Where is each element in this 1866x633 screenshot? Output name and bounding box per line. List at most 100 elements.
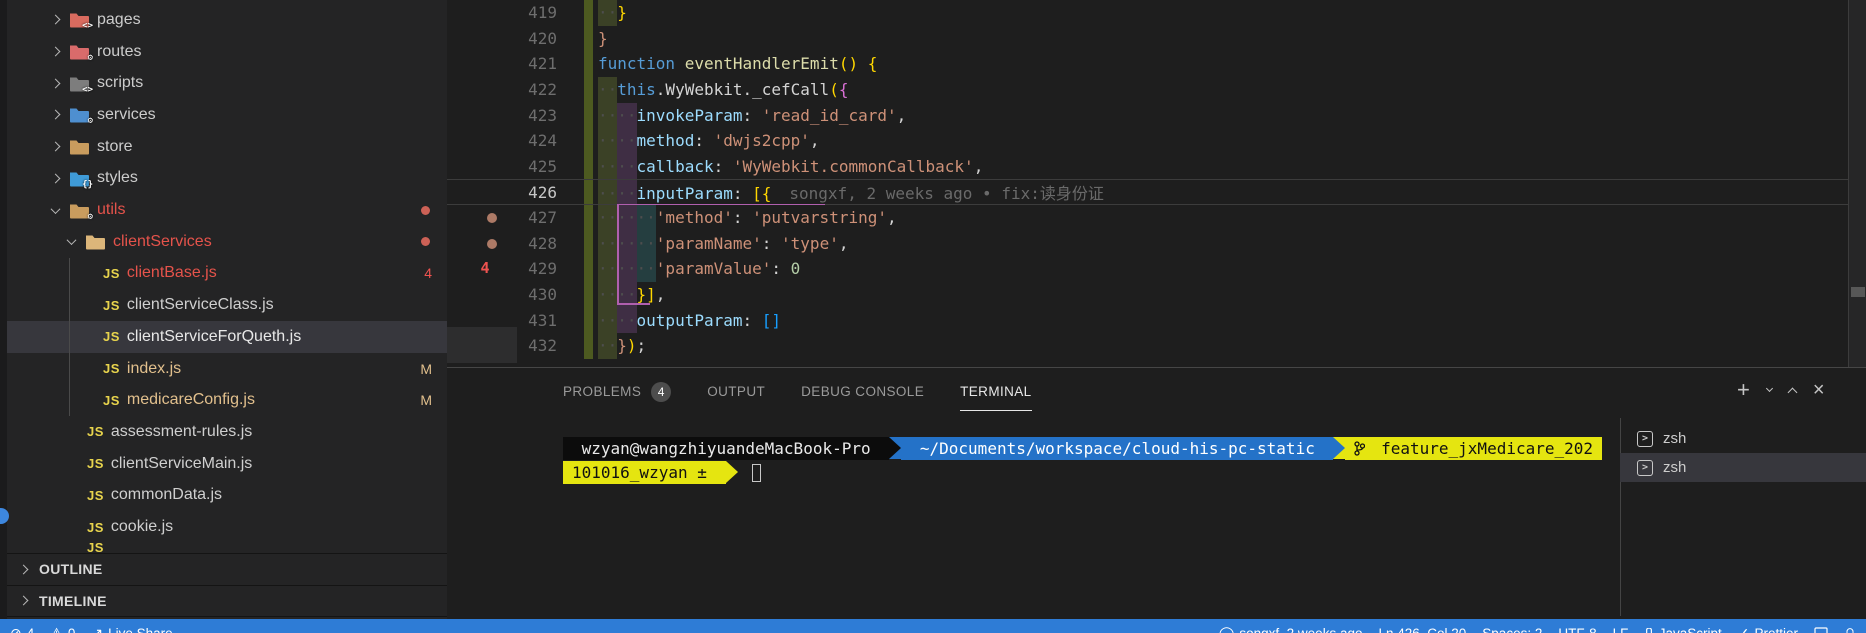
line-number[interactable]: 429 [497,256,557,282]
sidebar-item-pages[interactable]: <> pages [0,4,447,36]
code-text: ······'paramName': 'type', [598,231,848,257]
line-number[interactable]: 425 [497,154,557,180]
sidebar-item-cookie-js[interactable]: JS cookie.js [0,511,447,543]
status-item-songxf-2-weeks-ago[interactable]: ◯ songxf, 2 weeks ago [1219,626,1363,633]
status-item-live-share[interactable]: ↗ Live Share [91,626,172,633]
item-label: clientServiceMain.js [110,454,253,472]
git-added-gutter-bar [584,282,593,308]
panel-tab-terminal[interactable]: TERMINAL [960,368,1033,415]
status-item-prettier[interactable]: ✓ Prettier [1738,626,1798,633]
sidebar-item-medicareconfig-js[interactable]: JS medicareConfig.js M [0,384,447,416]
breakpoint-dot-icon[interactable] [487,213,497,224]
code-token: 0 [790,259,801,279]
sidebar-item-clientbase-js[interactable]: JS clientBase.js 4 [0,258,447,290]
git-added-gutter-bar [584,25,593,52]
code-line-430[interactable]: 430····}], [447,282,1848,308]
line-number[interactable]: 428 [497,231,557,257]
git-added-gutter-bar [584,153,593,180]
line-number[interactable]: 419 [497,0,557,26]
code-line-429[interactable]: 4 429 ······'paramValue': 0 [447,256,1848,283]
terminal-prompt-line-1[interactable]: wzyan@wangzhiyuandeMacBook-Pro ~/Documen… [563,437,1618,460]
status-item-item[interactable] [1814,627,1828,633]
code-line-419[interactable]: 419 ··} [447,0,1848,26]
breakpoint-dot-icon[interactable] [487,238,497,249]
folder-emblem-icon: ⚙ [87,53,93,64]
code-line-432[interactable]: 432 ··}); [447,333,1848,359]
sidebar-item-store[interactable]: store [0,131,447,163]
line-number[interactable]: 420 [497,26,557,52]
code-text: function eventHandlerEmit() { [598,51,877,77]
close-panel-icon[interactable]: × [1813,380,1825,400]
status-item-0[interactable]: ⚠ 0 [50,626,75,633]
whitespace-dots: ······ [598,208,656,228]
line-number[interactable]: 426 [497,180,557,206]
line-number[interactable]: 427 [497,205,557,231]
status-item-javascript[interactable]: {} JavaScript [1644,626,1721,633]
panel-tab-debug-console[interactable]: DEBUG CONSOLE [801,368,924,415]
status-item-label: Spaces: 2 [1482,625,1543,633]
new-terminal-button[interactable]: + [1737,379,1750,401]
code-text: ····callback: 'WyWebkit.commonCallback', [598,154,983,180]
sidebar-item-index-js[interactable]: JS index.js M [0,353,447,385]
maximize-panel-icon[interactable] [1787,387,1798,397]
status-item-label: Live Share [108,625,173,633]
sidebar-item-clientserviceclass-js[interactable]: JS clientServiceClass.js [0,289,447,321]
status-item-ln-426-col-20[interactable]: Ln 426, Col 20 [1378,626,1466,633]
line-number[interactable]: 422 [497,77,557,103]
terminal-list-item-2[interactable]: > zsh [1620,453,1866,482]
code-text: ······'method': 'putvarstring', [598,205,897,231]
status-item-lf[interactable]: LF [1613,626,1629,633]
code-line-428[interactable]: 428 ······'paramName': 'type', [447,230,1848,257]
panel-tab-output[interactable]: OUTPUT [707,368,765,415]
js-file-icon: JS [87,487,104,503]
prompt-user-host-segment: wzyan@wangzhiyuandeMacBook-Pro [563,437,890,460]
sidebar-item-routes[interactable]: ⚙ routes [0,36,447,68]
terminal-picker-chevron-icon[interactable] [1765,384,1773,392]
code-line-427[interactable]: 427 ······'method': 'putvarstring', [447,205,1848,231]
code-line-431[interactable]: 431 ····outputParam: [] [447,307,1848,334]
code-line-425[interactable]: 425 ····callback: 'WyWebkit.commonCallbac… [447,153,1848,180]
sidebar-item-clientservices[interactable]: clientServices [0,226,447,258]
editor-scrollbar[interactable] [1848,0,1866,367]
js-file-icon: JS [103,329,120,345]
folder-icon: <> [69,11,93,31]
code-line-421[interactable]: 421 function eventHandlerEmit() { [447,51,1848,77]
tree-indent-guide [69,258,70,416]
line-number[interactable]: 424 [497,128,557,154]
status-item-label: LF [1612,625,1629,633]
line-number[interactable]: 423 [497,103,557,129]
code-line-422[interactable]: 422 ··this.WyWebkit._cefCall({ [447,76,1848,103]
code-line-423[interactable]: 423 ····invokeParam: 'read_id_card', [447,102,1848,129]
git-added-gutter-bar [584,51,593,77]
sidebar-item-services[interactable]: ⚙ services [0,99,447,131]
scrollbar-thumb[interactable] [1851,287,1865,297]
line-number[interactable]: 430 [497,282,557,308]
code-line-420[interactable]: 420} [447,25,1848,52]
code-editor[interactable]: 419 ··} 420} 421 function eventHandlerEmit()… [447,0,1866,367]
sidebar-item-commondata-js[interactable]: JS commonData.js [0,480,447,512]
status-item-item[interactable] [1844,627,1856,633]
sidebar-item-item[interactable]: JS [0,543,447,553]
code-token: 'method' [655,208,733,228]
line-number[interactable]: 421 [497,51,557,77]
sidebar-item-assessment-rules-js[interactable]: JS assessment-rules.js [0,416,447,448]
sidebar-item-styles[interactable]: {} styles [0,163,447,195]
timeline-section-header[interactable]: TIMELINE [0,585,447,617]
code-line-426[interactable]: 426 ····inputParam: [{songxf, 2 weeks ago… [447,179,1848,206]
code-token: , [973,156,984,176]
sidebar-item-clientserviceforqueth-js[interactable]: JS clientServiceForQueth.js [0,321,447,353]
status-item-utf-8[interactable]: UTF-8 [1558,626,1596,633]
status-item-spaces-2[interactable]: Spaces: 2 [1482,626,1542,633]
sidebar-item-scripts[interactable]: <> scripts [0,67,447,99]
js-file-icon: JS [87,542,104,553]
whitespace-dots: ·· [598,336,618,356]
terminal-prompt-line-2[interactable]: 101016_wzyan ± [563,461,1618,484]
sidebar-item-utils[interactable]: ⚙ utils [0,194,447,226]
code-line-424[interactable]: 424 ····method: 'dwjs2cpp', [447,128,1848,154]
activity-bar-strip [0,0,7,619]
status-item-4[interactable]: ⊘ 4 [10,626,34,633]
terminal-list-item-1[interactable]: > zsh [1620,424,1866,453]
sidebar-item-clientservicemain-js[interactable]: JS clientServiceMain.js [0,448,447,480]
outline-section-header[interactable]: OUTLINE [0,553,447,585]
panel-tab-problems[interactable]: PROBLEMS 4 [563,368,672,415]
